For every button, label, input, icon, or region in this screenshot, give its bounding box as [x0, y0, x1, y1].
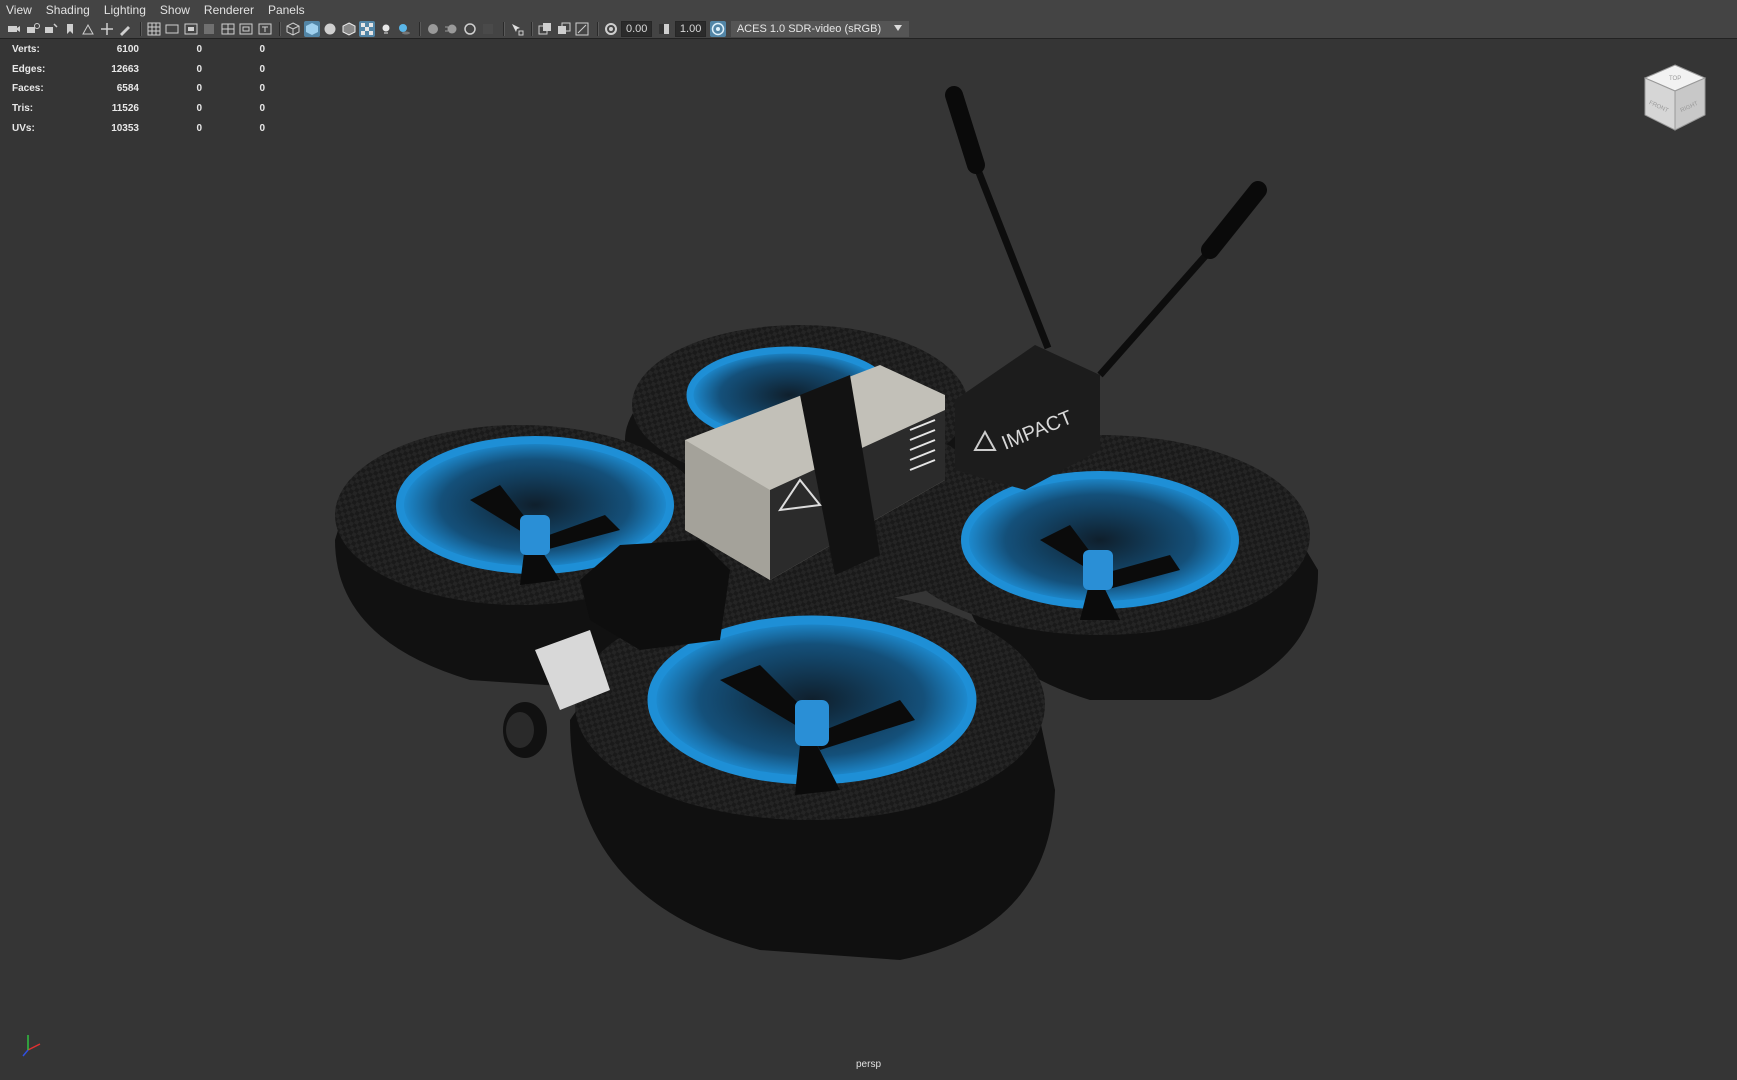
z-axis-icon: [22, 1049, 29, 1057]
select-camera-icon[interactable]: [6, 21, 22, 37]
wireframe-icon[interactable]: [285, 21, 301, 37]
toolbar-separator: [279, 21, 281, 36]
toolbar-separator: [502, 21, 505, 36]
anti-aliasing-icon[interactable]: [462, 21, 478, 37]
viewport-menubar: View Shading Lighting Show Renderer Pane…: [0, 0, 1737, 20]
menu-shading[interactable]: Shading: [40, 3, 98, 17]
antenna: [1097, 181, 1267, 378]
xray-icon[interactable]: [537, 21, 553, 37]
depth-of-field-icon[interactable]: [480, 21, 496, 37]
antenna: [945, 86, 1052, 350]
menu-panels[interactable]: Panels: [262, 3, 313, 17]
safe-title-icon[interactable]: [257, 21, 273, 37]
exposure-icon[interactable]: [603, 21, 619, 37]
bookmarks-icon[interactable]: [43, 21, 59, 37]
grid-icon[interactable]: [146, 21, 162, 37]
smooth-shade-icon[interactable]: [303, 20, 320, 37]
camera-name-label: persp: [855, 1059, 881, 1070]
menu-renderer[interactable]: Renderer: [198, 3, 262, 17]
motion-blur-icon[interactable]: [443, 21, 459, 37]
resolution-gate-icon[interactable]: [183, 21, 199, 37]
axis-gizmo: [22, 1035, 41, 1057]
menu-view[interactable]: View: [0, 3, 40, 17]
gamma-field[interactable]: 1.00: [674, 20, 707, 37]
viewport-3d[interactable]: IMPACT: [0, 40, 1737, 1080]
menu-lighting[interactable]: Lighting: [98, 3, 154, 17]
isolate-select-icon[interactable]: [509, 21, 525, 37]
x-axis-icon: [27, 1043, 41, 1051]
default-material-icon[interactable]: [322, 21, 338, 37]
viewcube[interactable]: TOP FRONT RIGHT: [1640, 60, 1710, 135]
two-d-pan-zoom-icon[interactable]: [99, 21, 115, 37]
bookmark-icon[interactable]: [62, 21, 78, 37]
view-transform-dropdown[interactable]: ACES 1.0 SDR-video (sRGB): [730, 20, 909, 37]
viewport-toolbar: 0.00 1.00 ACES 1.0 SDR-video (sRGB): [0, 19, 1737, 39]
toolbar-separator: [418, 21, 421, 36]
viewcube-top-face[interactable]: TOP: [1669, 76, 1681, 82]
safe-action-icon[interactable]: [238, 21, 254, 37]
grease-pencil-icon[interactable]: [117, 21, 133, 37]
wireframe-on-shaded-icon[interactable]: [341, 21, 357, 37]
screen-space-ao-icon[interactable]: [425, 21, 441, 37]
view-transform-label: ACES 1.0 SDR-video (sRGB): [736, 22, 882, 35]
shadows-icon[interactable]: [396, 21, 412, 37]
toolbar-separator: [139, 21, 142, 36]
film-gate-icon[interactable]: [164, 21, 180, 37]
xray-joints-icon[interactable]: [556, 21, 572, 37]
image-plane-icon[interactable]: [80, 21, 96, 37]
chevron-down-icon: [893, 23, 903, 35]
drone-model[interactable]: IMPACT: [335, 86, 1319, 960]
field-chart-icon[interactable]: [220, 21, 236, 37]
use-all-lights-icon[interactable]: [378, 21, 394, 37]
gate-mask-icon[interactable]: [201, 21, 217, 37]
toolbar-separator: [596, 21, 599, 36]
gamma-icon[interactable]: [656, 21, 672, 37]
exposure-field[interactable]: 0.00: [621, 20, 653, 37]
menu-show[interactable]: Show: [154, 3, 198, 17]
toolbar-separator: [531, 21, 533, 36]
textured-icon[interactable]: [359, 20, 375, 37]
camera-attributes-icon[interactable]: [25, 21, 41, 37]
view-transform-icon[interactable]: [710, 20, 727, 37]
backface-culling-icon[interactable]: [574, 21, 590, 37]
